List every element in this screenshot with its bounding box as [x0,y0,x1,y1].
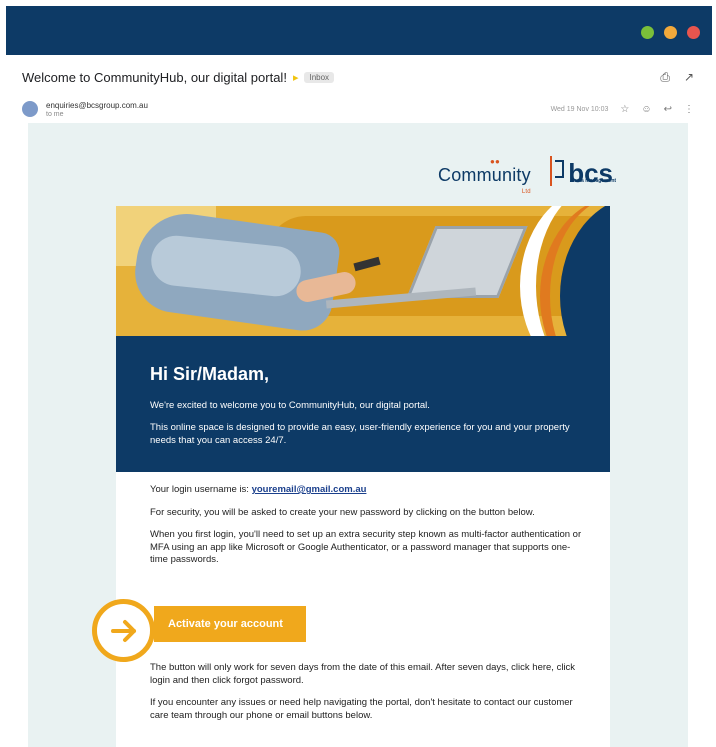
welcome-text: We're excited to welcome you to Communit… [150,400,430,411]
security-paragraph: For security, you will be asked to creat… [150,506,535,518]
maximize-button[interactable] [664,26,677,39]
bcs-logo-text: bcs strata management [568,160,616,186]
username-line: Your login username is: youremail@gmail.… [150,484,367,495]
star-icon[interactable]: ☆ [620,104,629,115]
brand-logos: ●● Community Ltd bcs strata management [438,146,616,195]
community-logo-suffix: Ltd [521,189,531,195]
email-subject-row: Welcome to CommunityHub, our digital por… [22,66,694,88]
greeting-heading: Hi Sir/Madam, [150,364,270,384]
username-link[interactable]: youremail@gmail.com.au [252,484,367,495]
portal-description: This online space is designed to provide… [150,422,570,446]
people-icon: ●● [490,157,501,166]
arrow-right-icon [92,599,155,662]
bcs-logo-subtext: strata management [570,178,617,184]
welcome-banner: Hi Sir/Madam, We're excited to welcome y… [116,336,610,472]
inbox-label-chip[interactable]: Inbox [304,71,335,83]
email-sender-row: enquiries@bcsgroup.com.au to me Wed 19 N… [22,98,694,120]
reply-icon[interactable]: ↩ [664,104,672,115]
message-actions: Wed 19 Nov 10:03 ☆ ☺ ↩ ⋮ [551,104,694,115]
print-icon[interactable]: ⎙ [660,70,670,85]
open-in-new-icon[interactable]: ↗ [684,70,694,85]
activate-account-button[interactable]: Activate your account [154,606,306,642]
important-marker-icon[interactable]: ▸ [293,71,299,84]
email-subject: Welcome to CommunityHub, our digital por… [22,69,287,85]
expiry-paragraph: The button will only work for seven days… [150,662,576,686]
email-body-text: Your login username is: youremail@gmail.… [150,484,584,577]
sender-info: enquiries@bcsgroup.com.au to me [46,101,148,118]
mfa-paragraph: When you first login, you'll need to set… [150,529,582,565]
recipient-label[interactable]: to me [46,111,148,118]
sender-avatar[interactable] [22,101,38,117]
bcs-logo: bcs strata management [550,156,616,186]
community-logo: ●● Community Ltd [438,157,531,195]
email-card: Hi Sir/Madam, We're excited to welcome y… [116,206,610,747]
close-button[interactable] [687,26,700,39]
bcs-mark-icon [550,156,565,186]
email-footer-text: The button will only work for seven days… [150,662,584,732]
hero-image [116,206,610,336]
subject-actions: ⎙ ↗ [660,70,694,85]
help-paragraph: If you encounter any issues or need help… [150,697,573,721]
sender-email[interactable]: enquiries@bcsgroup.com.au [46,101,148,110]
more-vert-icon[interactable]: ⋮ [684,104,694,115]
window-titlebar [6,6,712,55]
emoji-icon[interactable]: ☺ [641,104,651,115]
minimize-button[interactable] [641,26,654,39]
email-date: Wed 19 Nov 10:03 [550,105,609,113]
window-controls [641,26,700,39]
community-logo-text: Community [438,165,531,185]
